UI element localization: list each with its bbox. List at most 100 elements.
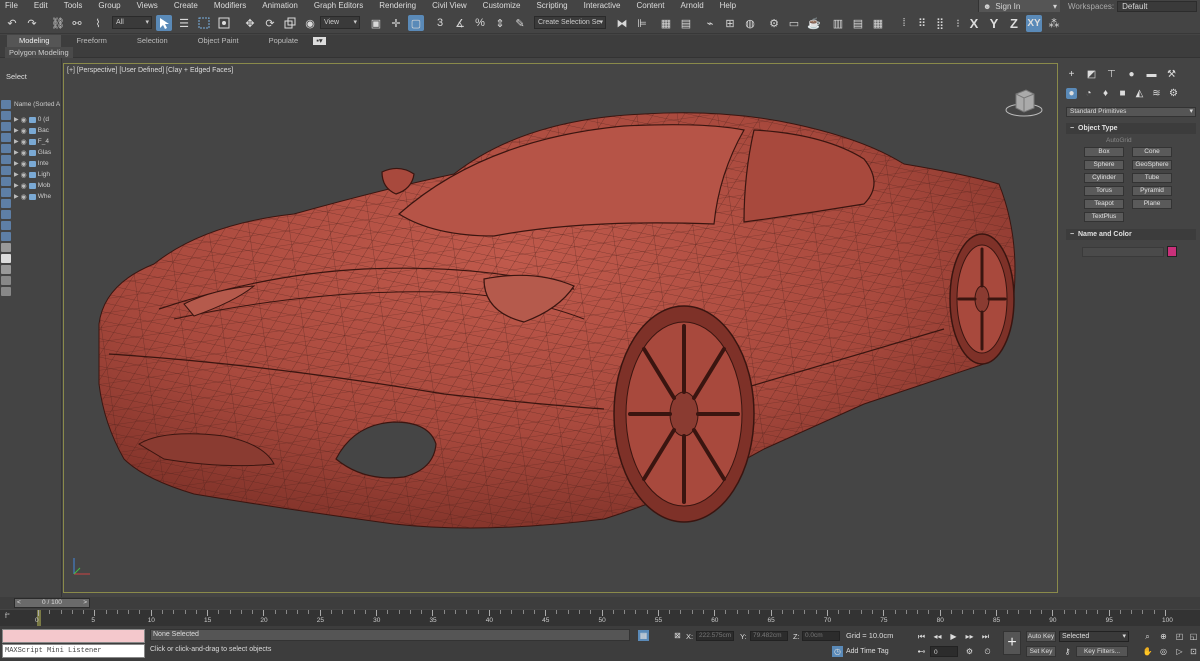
eye-icon[interactable]: ◉ bbox=[21, 193, 27, 201]
keyboard-shortcut-override-icon[interactable]: ▢ bbox=[408, 15, 424, 31]
pan-icon[interactable]: ✋ bbox=[1142, 646, 1153, 657]
unlink-icon[interactable]: ⚯ bbox=[69, 15, 85, 31]
filter-icon[interactable] bbox=[1, 254, 11, 263]
key-icon[interactable]: ⚷ bbox=[1062, 646, 1073, 657]
set-keys-icon[interactable]: + bbox=[1003, 631, 1021, 655]
utilities-tab-icon[interactable]: ⚒ bbox=[1166, 69, 1177, 80]
pivot-center-icon[interactable]: ▣ bbox=[368, 15, 384, 31]
eye-icon[interactable]: ◉ bbox=[21, 138, 27, 146]
expand-icon[interactable]: ▶ bbox=[14, 127, 19, 134]
explorer-column-header[interactable]: Name (Sorted A bbox=[14, 101, 60, 108]
spinner-snap-icon[interactable]: ⇕ bbox=[492, 15, 508, 31]
select-object-icon[interactable] bbox=[156, 15, 172, 31]
cylinder-button[interactable]: Cylinder bbox=[1084, 173, 1124, 183]
menu-file[interactable]: File bbox=[0, 0, 26, 12]
rotate-icon[interactable]: ⟳ bbox=[262, 15, 278, 31]
cameras-icon[interactable]: ■ bbox=[1117, 88, 1128, 99]
menu-help[interactable]: Help bbox=[712, 0, 744, 12]
polygon-modeling-panel[interactable]: Polygon Modeling bbox=[5, 47, 73, 58]
grid-icon-4[interactable]: ⁝ bbox=[950, 15, 966, 31]
previous-frame-icon[interactable]: ◂◂ bbox=[932, 631, 943, 642]
perspective-viewport[interactable]: [+] [Perspective] [User Defined] [Clay +… bbox=[63, 63, 1058, 593]
explorer-row[interactable]: ▶ ◉ Mob bbox=[14, 180, 50, 191]
tube-button[interactable]: Tube bbox=[1132, 173, 1172, 183]
y-coordinate-field[interactable]: 79.482cm bbox=[750, 631, 788, 641]
expand-icon[interactable]: ▶ bbox=[14, 149, 19, 156]
geometry-icon[interactable]: ● bbox=[1066, 88, 1077, 99]
axis-xy-button[interactable]: XY bbox=[1026, 15, 1042, 32]
display-tab-icon[interactable]: ▬ bbox=[1146, 69, 1157, 80]
helpers-icon[interactable]: ◭ bbox=[1134, 88, 1145, 99]
move-icon[interactable]: ✥ bbox=[242, 15, 258, 31]
filter-icon[interactable] bbox=[1, 166, 11, 175]
time-tag-icon[interactable]: ◷ bbox=[832, 646, 843, 657]
edit-named-selection-icon[interactable]: ✎ bbox=[512, 15, 528, 31]
filter-icon[interactable] bbox=[1, 177, 11, 186]
z-coordinate-field[interactable]: 0.0cm bbox=[802, 631, 840, 641]
render-icon-1[interactable]: ▥ bbox=[830, 15, 846, 31]
filter-icon[interactable] bbox=[1, 155, 11, 164]
workspaces-dropdown[interactable]: Default bbox=[1117, 0, 1198, 12]
create-tab-icon[interactable]: + bbox=[1066, 69, 1077, 80]
reference-coordinate-dropdown[interactable]: View bbox=[320, 16, 360, 29]
zoom-extents-icon[interactable]: ◰ bbox=[1174, 631, 1185, 642]
autogrid-checkbox[interactable]: AutoGrid bbox=[1106, 137, 1132, 144]
align-icon[interactable]: ⊫ bbox=[634, 15, 650, 31]
link-icon[interactable]: ⛓ bbox=[50, 15, 66, 31]
menu-tools[interactable]: Tools bbox=[56, 0, 91, 12]
explorer-row[interactable]: ▶ ◉ Ligh bbox=[14, 169, 50, 180]
pyramid-button[interactable]: Pyramid bbox=[1132, 186, 1172, 196]
shapes-icon[interactable]: ◔ bbox=[1083, 88, 1094, 99]
menu-animation[interactable]: Animation bbox=[254, 0, 306, 12]
motion-tab-icon[interactable]: ● bbox=[1126, 69, 1137, 80]
menu-modifiers[interactable]: Modifiers bbox=[206, 0, 254, 12]
eye-icon[interactable]: ◉ bbox=[21, 116, 27, 124]
filter-icon[interactable] bbox=[1, 287, 11, 296]
bind-space-warp-icon[interactable]: ⌇ bbox=[90, 15, 106, 31]
eye-icon[interactable]: ◉ bbox=[21, 127, 27, 135]
expand-icon[interactable]: ▶ bbox=[14, 116, 19, 123]
object-type-rollout[interactable]: Object Type bbox=[1066, 123, 1196, 134]
axis-constraint-icon[interactable]: ⁂ bbox=[1046, 15, 1062, 31]
scene-explorer-icon[interactable]: ▦ bbox=[658, 15, 674, 31]
zoom-extents-all-icon[interactable]: ◱ bbox=[1188, 631, 1199, 642]
zoom-all-icon[interactable]: ⊕ bbox=[1158, 631, 1169, 642]
orbit-icon[interactable]: ◎ bbox=[1158, 646, 1169, 657]
render-icon-2[interactable]: ▤ bbox=[850, 15, 866, 31]
time-slider[interactable]: 0 / 100 bbox=[0, 597, 1200, 609]
isolate-icon[interactable]: ▦ bbox=[638, 630, 649, 641]
menu-scripting[interactable]: Scripting bbox=[528, 0, 575, 12]
auto-key-button[interactable]: Auto Key bbox=[1026, 631, 1056, 642]
snaps-toggle-icon[interactable]: 3 bbox=[432, 15, 448, 31]
explorer-row[interactable]: ▶ ◉ Whe bbox=[14, 191, 51, 202]
viewport-label[interactable]: [+] [Perspective] [User Defined] [Clay +… bbox=[67, 67, 233, 74]
sphere-button[interactable]: Sphere bbox=[1084, 160, 1124, 170]
maximize-viewport-icon[interactable]: ⊡ bbox=[1188, 646, 1199, 657]
place-icon[interactable]: ◉ bbox=[302, 15, 318, 31]
render-icon-3[interactable]: ▦ bbox=[870, 15, 886, 31]
window-crossing-icon[interactable] bbox=[216, 15, 232, 31]
filter-icon[interactable] bbox=[1, 133, 11, 142]
expand-icon[interactable]: ▶ bbox=[14, 160, 19, 167]
tab-selection[interactable]: Selection bbox=[122, 35, 183, 47]
expand-icon[interactable]: ▶ bbox=[14, 171, 19, 178]
object-name-field[interactable] bbox=[1082, 247, 1164, 257]
scale-icon[interactable] bbox=[282, 15, 298, 31]
menu-edit[interactable]: Edit bbox=[26, 0, 56, 12]
select-by-name-icon[interactable]: ☰ bbox=[176, 15, 192, 31]
add-time-tag-button[interactable]: Add Time Tag bbox=[846, 648, 889, 655]
eye-icon[interactable]: ◉ bbox=[21, 171, 27, 179]
filter-icon[interactable] bbox=[1, 232, 11, 241]
percent-snap-icon[interactable]: % bbox=[472, 15, 488, 31]
viewcube-icon[interactable] bbox=[1004, 86, 1044, 120]
tab-freeform[interactable]: Freeform bbox=[61, 35, 121, 47]
filter-icon[interactable] bbox=[1, 100, 11, 109]
filter-icon[interactable] bbox=[1, 210, 11, 219]
object-category-dropdown[interactable]: Standard Primitives bbox=[1066, 107, 1196, 117]
key-filters-button[interactable]: Key Filters... bbox=[1076, 646, 1128, 657]
axis-x-button[interactable]: X bbox=[966, 15, 982, 32]
modify-tab-icon[interactable]: ◩ bbox=[1086, 69, 1097, 80]
explorer-row[interactable]: ▶ ◉ Glas bbox=[14, 147, 51, 158]
axis-z-button[interactable]: Z bbox=[1006, 15, 1022, 32]
textplus-button[interactable]: TextPlus bbox=[1084, 212, 1124, 222]
